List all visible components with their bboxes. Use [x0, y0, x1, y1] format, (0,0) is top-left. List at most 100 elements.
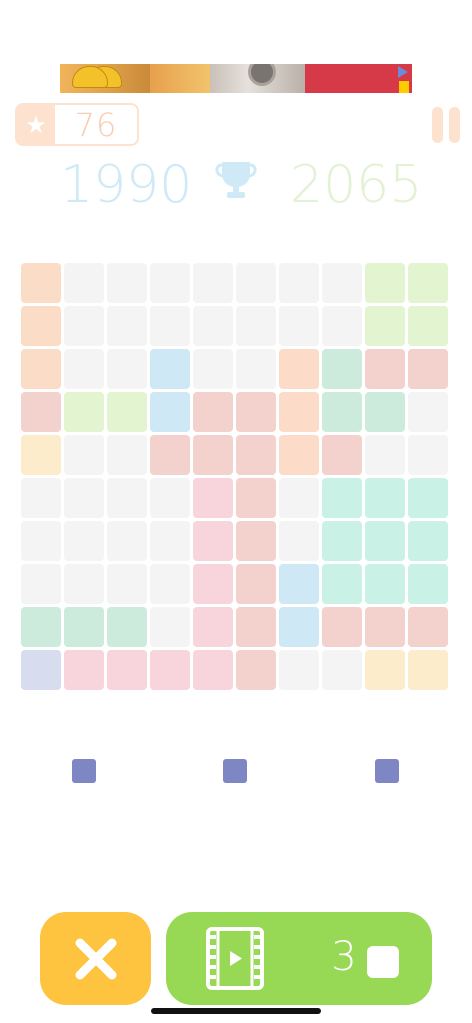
- filled-cell[interactable]: [236, 607, 276, 647]
- filled-cell[interactable]: [279, 349, 319, 389]
- filled-cell[interactable]: [236, 521, 276, 561]
- filled-cell[interactable]: [365, 564, 405, 604]
- filled-cell[interactable]: [322, 564, 362, 604]
- empty-cell[interactable]: [408, 392, 448, 432]
- empty-cell[interactable]: [150, 306, 190, 346]
- filled-cell[interactable]: [408, 263, 448, 303]
- filled-cell[interactable]: [236, 392, 276, 432]
- empty-cell[interactable]: [64, 306, 104, 346]
- empty-cell[interactable]: [107, 521, 147, 561]
- empty-cell[interactable]: [150, 521, 190, 561]
- empty-cell[interactable]: [107, 349, 147, 389]
- filled-cell[interactable]: [193, 392, 233, 432]
- empty-cell[interactable]: [408, 435, 448, 475]
- empty-cell[interactable]: [193, 306, 233, 346]
- empty-cell[interactable]: [64, 349, 104, 389]
- filled-cell[interactable]: [64, 392, 104, 432]
- piece-slot-1[interactable]: [72, 759, 96, 783]
- empty-cell[interactable]: [107, 306, 147, 346]
- pause-button[interactable]: [432, 107, 462, 143]
- filled-cell[interactable]: [150, 435, 190, 475]
- empty-cell[interactable]: [21, 564, 61, 604]
- empty-cell[interactable]: [107, 435, 147, 475]
- filled-cell[interactable]: [365, 478, 405, 518]
- filled-cell[interactable]: [408, 521, 448, 561]
- filled-cell[interactable]: [64, 607, 104, 647]
- empty-cell[interactable]: [236, 263, 276, 303]
- filled-cell[interactable]: [193, 521, 233, 561]
- filled-cell[interactable]: [408, 650, 448, 690]
- filled-cell[interactable]: [21, 306, 61, 346]
- empty-cell[interactable]: [322, 306, 362, 346]
- filled-cell[interactable]: [193, 435, 233, 475]
- filled-cell[interactable]: [279, 607, 319, 647]
- filled-cell[interactable]: [21, 349, 61, 389]
- filled-cell[interactable]: [107, 392, 147, 432]
- filled-cell[interactable]: [279, 392, 319, 432]
- filled-cell[interactable]: [193, 607, 233, 647]
- filled-cell[interactable]: [21, 435, 61, 475]
- empty-cell[interactable]: [64, 521, 104, 561]
- filled-cell[interactable]: [236, 435, 276, 475]
- cancel-button[interactable]: [40, 912, 151, 1005]
- empty-cell[interactable]: [150, 607, 190, 647]
- empty-cell[interactable]: [236, 349, 276, 389]
- filled-cell[interactable]: [150, 650, 190, 690]
- empty-cell[interactable]: [64, 478, 104, 518]
- filled-cell[interactable]: [107, 607, 147, 647]
- filled-cell[interactable]: [21, 263, 61, 303]
- filled-cell[interactable]: [408, 478, 448, 518]
- filled-cell[interactable]: [365, 306, 405, 346]
- filled-cell[interactable]: [365, 650, 405, 690]
- empty-cell[interactable]: [236, 306, 276, 346]
- filled-cell[interactable]: [365, 521, 405, 561]
- filled-cell[interactable]: [64, 650, 104, 690]
- filled-cell[interactable]: [21, 607, 61, 647]
- empty-cell[interactable]: [279, 478, 319, 518]
- filled-cell[interactable]: [322, 607, 362, 647]
- filled-cell[interactable]: [322, 349, 362, 389]
- filled-cell[interactable]: [107, 650, 147, 690]
- filled-cell[interactable]: [279, 435, 319, 475]
- filled-cell[interactable]: [21, 650, 61, 690]
- empty-cell[interactable]: [107, 564, 147, 604]
- filled-cell[interactable]: [21, 392, 61, 432]
- empty-cell[interactable]: [279, 306, 319, 346]
- filled-cell[interactable]: [236, 650, 276, 690]
- filled-cell[interactable]: [322, 392, 362, 432]
- empty-cell[interactable]: [322, 263, 362, 303]
- empty-cell[interactable]: [21, 478, 61, 518]
- filled-cell[interactable]: [193, 650, 233, 690]
- empty-cell[interactable]: [193, 349, 233, 389]
- home-indicator[interactable]: [151, 1008, 321, 1014]
- filled-cell[interactable]: [322, 435, 362, 475]
- filled-cell[interactable]: [150, 349, 190, 389]
- empty-cell[interactable]: [64, 435, 104, 475]
- ad-banner[interactable]: [60, 64, 412, 93]
- filled-cell[interactable]: [322, 521, 362, 561]
- ad-choices-icon[interactable]: [398, 66, 408, 78]
- filled-cell[interactable]: [236, 478, 276, 518]
- empty-cell[interactable]: [150, 564, 190, 604]
- piece-slot-2[interactable]: [223, 759, 247, 783]
- watch-video-button[interactable]: 3: [166, 912, 432, 1005]
- empty-cell[interactable]: [64, 564, 104, 604]
- filled-cell[interactable]: [408, 564, 448, 604]
- empty-cell[interactable]: [279, 650, 319, 690]
- empty-cell[interactable]: [322, 650, 362, 690]
- empty-cell[interactable]: [279, 263, 319, 303]
- filled-cell[interactable]: [193, 478, 233, 518]
- filled-cell[interactable]: [365, 392, 405, 432]
- filled-cell[interactable]: [408, 306, 448, 346]
- piece-slot-3[interactable]: [375, 759, 399, 783]
- empty-cell[interactable]: [150, 263, 190, 303]
- empty-cell[interactable]: [107, 478, 147, 518]
- empty-cell[interactable]: [193, 263, 233, 303]
- filled-cell[interactable]: [279, 564, 319, 604]
- filled-cell[interactable]: [365, 607, 405, 647]
- empty-cell[interactable]: [279, 521, 319, 561]
- filled-cell[interactable]: [408, 349, 448, 389]
- empty-cell[interactable]: [21, 521, 61, 561]
- filled-cell[interactable]: [150, 392, 190, 432]
- empty-cell[interactable]: [150, 478, 190, 518]
